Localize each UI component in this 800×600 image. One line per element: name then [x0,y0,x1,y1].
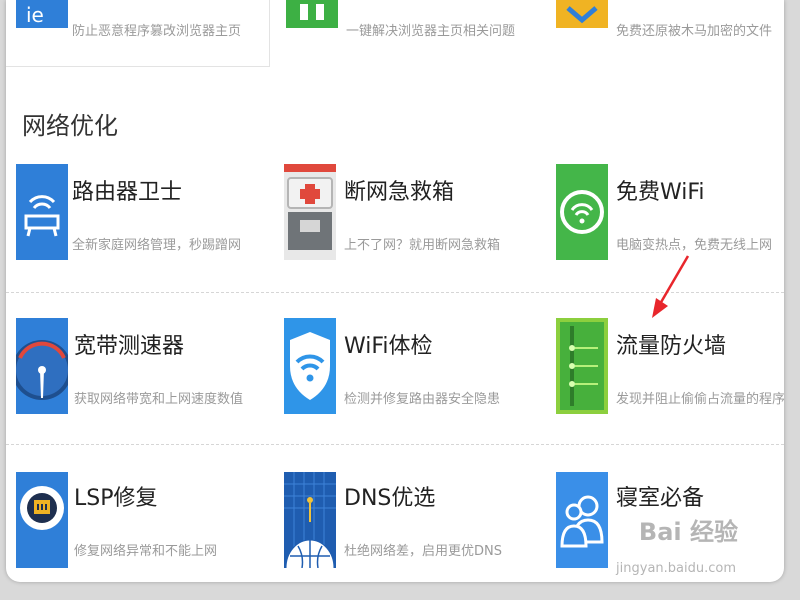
tool-desc: 电脑变热点，免费无线上网 [616,238,773,253]
shield-ie-icon: ie [16,0,68,28]
homepage-fix-icon [286,0,338,28]
tool-title: 寝室必备 [616,486,705,511]
lsp-repair-icon [16,472,68,568]
tool-title: 免费WiFi [616,180,705,205]
tool-title: 路由器卫士 [72,180,183,205]
speedometer-icon [16,318,68,414]
tool-title: 流量防火墙 [616,334,727,359]
tool-title: WiFi体检 [344,334,433,359]
tool-title: DNS优选 [344,486,436,511]
tool-desc: 发现并阻止偷偷占流量的程序 [616,392,784,407]
file-restore-icon [556,0,608,28]
tile-homepage-protect[interactable]: ie 防止恶意程序篡改浏览器主页 [16,0,256,39]
tool-free-wifi[interactable]: 免费WiFi 电脑变热点，免费无线上网 [556,164,784,264]
baidu-watermark-url: jingyan.baidu.com [616,561,736,576]
tool-desc: 上不了网？就用断网急救箱 [344,238,501,253]
tile-desc: 防止恶意程序篡改浏览器主页 [72,24,242,39]
tools-panel: ie 防止恶意程序篡改浏览器主页 一键解决浏览器主页相关问题 免费还原被木马加密… [6,0,784,582]
tool-network-first-aid[interactable]: 断网急救箱 上不了网？就用断网急救箱 [284,164,534,264]
tool-title: 宽带测速器 [74,334,185,359]
tile-homepage-fix[interactable]: 一键解决浏览器主页相关问题 [286,0,526,39]
router-icon [16,164,68,260]
tool-dns-optimize[interactable]: DNS优选 杜绝网络差，启用更优DNS [284,472,534,572]
svg-text:ie: ie [26,3,44,27]
tool-desc: 检测并修复路由器安全隐患 [344,392,501,407]
tool-traffic-firewall[interactable]: 流量防火墙 发现并阻止偷偷占流量的程序 [556,318,784,418]
tool-bandwidth-test[interactable]: 宽带测速器 获取网络带宽和上网速度数值 [16,318,266,418]
tool-desc: 修复网络异常和不能上网 [74,544,218,559]
tool-desc: 全新家庭网络管理，秒踢蹭网 [72,238,242,253]
tile-desc: 免费还原被木马加密的文件 [616,24,773,39]
row-divider [6,444,784,445]
first-aid-kit-icon [284,164,336,260]
free-wifi-icon [556,164,608,260]
tool-lsp-repair[interactable]: LSP修复 修复网络异常和不能上网 [16,472,266,572]
dns-globe-icon [284,472,336,568]
tile-file-restore[interactable]: 免费还原被木马加密的文件 [556,0,784,39]
tool-desc: 杜绝网络差，启用更优DNS [344,544,502,559]
baidu-watermark-logo: Bai 经验 [638,518,738,546]
section-title-network-optimization: 网络优化 [22,112,118,140]
tool-wifi-checkup[interactable]: WiFi体检 检测并修复路由器安全隐患 [284,318,534,418]
traffic-firewall-icon [556,318,608,414]
dorm-users-icon [556,472,608,568]
tool-desc: 获取网络带宽和上网速度数值 [74,392,244,407]
annotation-arrow-icon [652,255,690,318]
wifi-shield-icon [284,318,336,414]
tile-desc: 一键解决浏览器主页相关问题 [346,24,516,39]
tool-title: 断网急救箱 [344,180,455,205]
tool-title: LSP修复 [74,486,158,511]
tool-router-guard[interactable]: 路由器卫士 全新家庭网络管理，秒踢蹭网 [16,164,266,264]
